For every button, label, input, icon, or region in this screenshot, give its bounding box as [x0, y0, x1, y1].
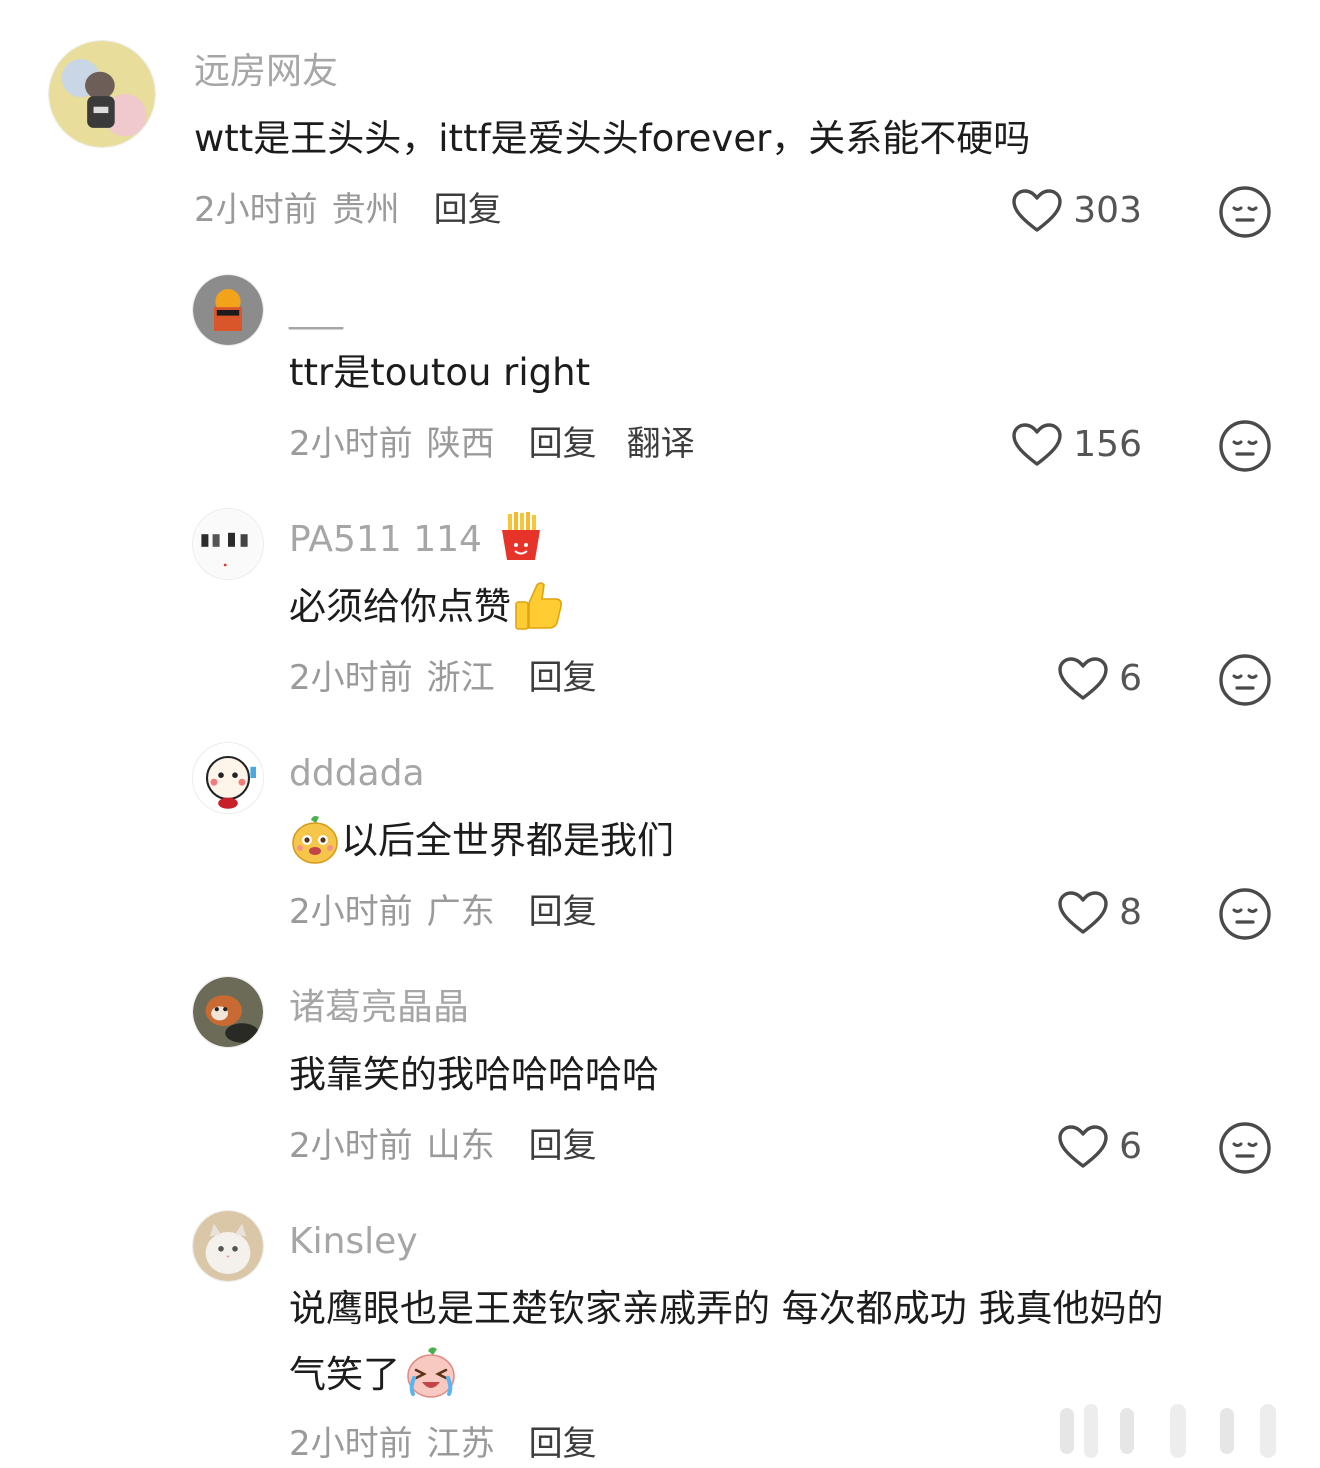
comment-text: ttr是toutou right	[289, 351, 591, 394]
avatar[interactable]	[192, 274, 264, 346]
like-count: 303	[1073, 190, 1142, 231]
like-button[interactable]: 8	[1057, 890, 1142, 936]
like-count: 6	[1119, 658, 1142, 699]
like-count: 6	[1119, 1126, 1142, 1167]
avatar[interactable]	[48, 40, 156, 148]
comment-text: 必须给你点赞	[289, 579, 565, 633]
watermark-logo	[1050, 1400, 1312, 1464]
avatar[interactable]	[192, 976, 264, 1048]
like-count: 156	[1073, 424, 1142, 465]
comment-text-line-1: 说鹰眼也是王楚钦家亲戚弄的 每次都成功 我真他妈的	[289, 1287, 1164, 1330]
avatar[interactable]	[192, 508, 264, 580]
like-button[interactable]: 6	[1057, 1124, 1142, 1170]
avatar[interactable]	[192, 1210, 264, 1282]
comment-location: 陕西	[426, 424, 495, 464]
heart-outline-icon	[1057, 656, 1109, 702]
comment-time: 2小时前	[289, 892, 413, 932]
dislike-face-icon	[1218, 1121, 1272, 1175]
heart-outline-icon	[1011, 188, 1063, 234]
comment-meta: 2小时前 江苏 回复	[289, 1422, 597, 1466]
comment-location: 广东	[426, 892, 495, 932]
comment-time: 2小时前	[289, 658, 413, 698]
comment-meta: 2小时前 贵州 回复	[194, 188, 502, 232]
comment-text-content: 以后全世界都是我们	[341, 819, 674, 862]
reply-button[interactable]: 回复	[529, 424, 597, 464]
comment-time: 2小时前	[289, 1424, 413, 1464]
heart-outline-icon	[1011, 422, 1063, 468]
username[interactable]: 诸葛亮晶晶	[289, 986, 469, 1030]
dislike-face-icon	[1218, 653, 1272, 707]
dislike-button[interactable]	[1218, 1121, 1272, 1175]
avatar[interactable]	[192, 742, 264, 814]
fries-emoji	[497, 512, 545, 562]
comment-meta: 2小时前 广东 回复	[289, 890, 597, 934]
comment-meta: 2小时前 浙江 回复	[289, 656, 597, 700]
comment-text: 我靠笑的我哈哈哈哈哈	[289, 1053, 659, 1096]
comment-text-content: 气笑了	[289, 1353, 400, 1396]
comment-location: 贵州	[331, 190, 400, 230]
comment-text-content: 必须给你点赞	[289, 585, 511, 628]
like-button[interactable]: 156	[1011, 422, 1142, 468]
reply-button[interactable]: 回复	[529, 658, 597, 698]
reply-button[interactable]: 回复	[434, 190, 502, 230]
like-count: 8	[1119, 892, 1142, 933]
username[interactable]: 远房网友	[194, 50, 338, 94]
username[interactable]: ___	[289, 288, 343, 332]
comment-text: 以后全世界都是我们	[289, 814, 674, 866]
laugh-cry-emoji	[404, 1346, 458, 1400]
reply-button[interactable]: 回复	[529, 1424, 597, 1464]
comment-time: 2小时前	[289, 424, 413, 464]
comment-location: 山东	[426, 1126, 495, 1166]
dislike-button[interactable]	[1218, 185, 1272, 239]
dislike-face-icon	[1218, 887, 1272, 941]
username[interactable]: dddada	[289, 752, 425, 796]
dislike-button[interactable]	[1218, 419, 1272, 473]
dislike-button[interactable]	[1218, 887, 1272, 941]
comment-time: 2小时前	[289, 1126, 413, 1166]
comment-text: wtt是王头头，ittf是爱头头forever，关系能不硬吗	[194, 117, 1031, 160]
like-button[interactable]: 303	[1011, 188, 1142, 234]
reply-button[interactable]: 回复	[529, 1126, 597, 1166]
comment-location: 浙江	[426, 658, 495, 698]
heart-outline-icon	[1057, 1124, 1109, 1170]
thumbs-up-emoji	[511, 579, 565, 633]
heart-outline-icon	[1057, 890, 1109, 936]
username[interactable]: Kinsley	[289, 1220, 418, 1264]
comment-time: 2小时前	[194, 190, 318, 230]
comment-text-line-2: 气笑了	[289, 1346, 458, 1400]
smiling-face-emoji	[289, 814, 341, 866]
dislike-button[interactable]	[1218, 653, 1272, 707]
comment-meta: 2小时前 陕西 回复 翻译	[289, 422, 695, 466]
translate-button[interactable]: 翻译	[627, 424, 695, 464]
dislike-face-icon	[1218, 185, 1272, 239]
like-button[interactable]: 6	[1057, 656, 1142, 702]
username-text: PA511 114	[289, 519, 482, 560]
reply-button[interactable]: 回复	[529, 892, 597, 932]
username[interactable]: PA511 114	[289, 512, 545, 562]
dislike-face-icon	[1218, 419, 1272, 473]
comment-meta: 2小时前 山东 回复	[289, 1124, 597, 1168]
comment-location: 江苏	[426, 1424, 495, 1464]
